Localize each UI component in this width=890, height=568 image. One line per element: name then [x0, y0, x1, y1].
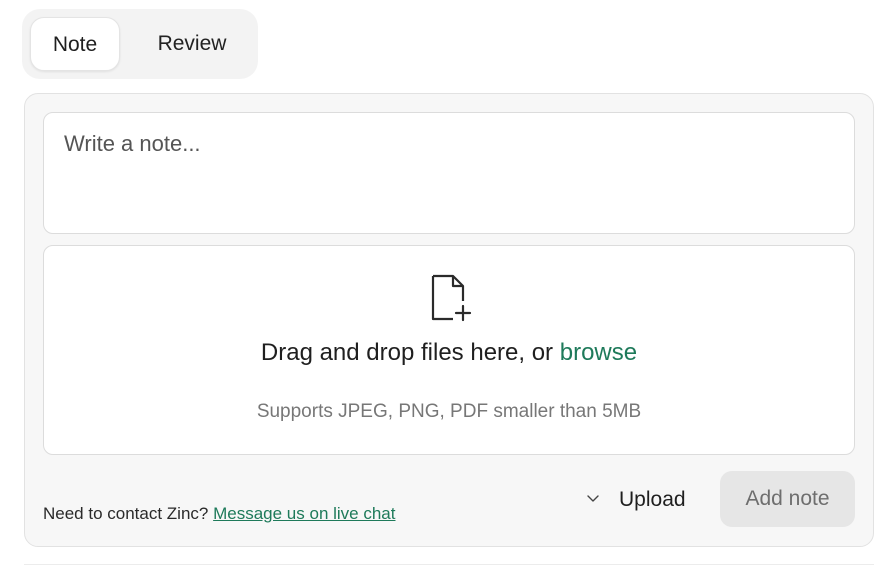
note-panel: Drag and drop files here, or browse Supp…	[24, 93, 874, 547]
browse-link[interactable]: browse	[560, 339, 637, 366]
upload-label: Upload	[619, 488, 686, 511]
tab-review[interactable]: Review	[138, 17, 246, 71]
note-textarea[interactable]	[43, 112, 855, 234]
tab-bar: Note Review	[22, 9, 258, 79]
file-plus-icon	[431, 274, 472, 322]
dropzone-text: Drag and drop files here, or browse	[44, 339, 854, 367]
tab-note[interactable]: Note	[30, 17, 120, 71]
divider	[24, 564, 874, 565]
add-note-button[interactable]: Add note	[720, 471, 855, 527]
contact-prefix: Need to contact Zinc?	[43, 504, 209, 523]
live-chat-link[interactable]: Message us on live chat	[213, 504, 395, 523]
contact-footer: Need to contact Zinc? Message us on live…	[43, 504, 396, 524]
file-dropzone[interactable]: Drag and drop files here, or browse Supp…	[43, 245, 855, 455]
dropzone-instruction: Drag and drop files here, or	[260, 339, 554, 366]
chevron-down-icon	[587, 495, 599, 502]
upload-button[interactable]: Upload	[581, 478, 701, 522]
dropzone-hint: Supports JPEG, PNG, PDF smaller than 5MB	[256, 401, 642, 422]
